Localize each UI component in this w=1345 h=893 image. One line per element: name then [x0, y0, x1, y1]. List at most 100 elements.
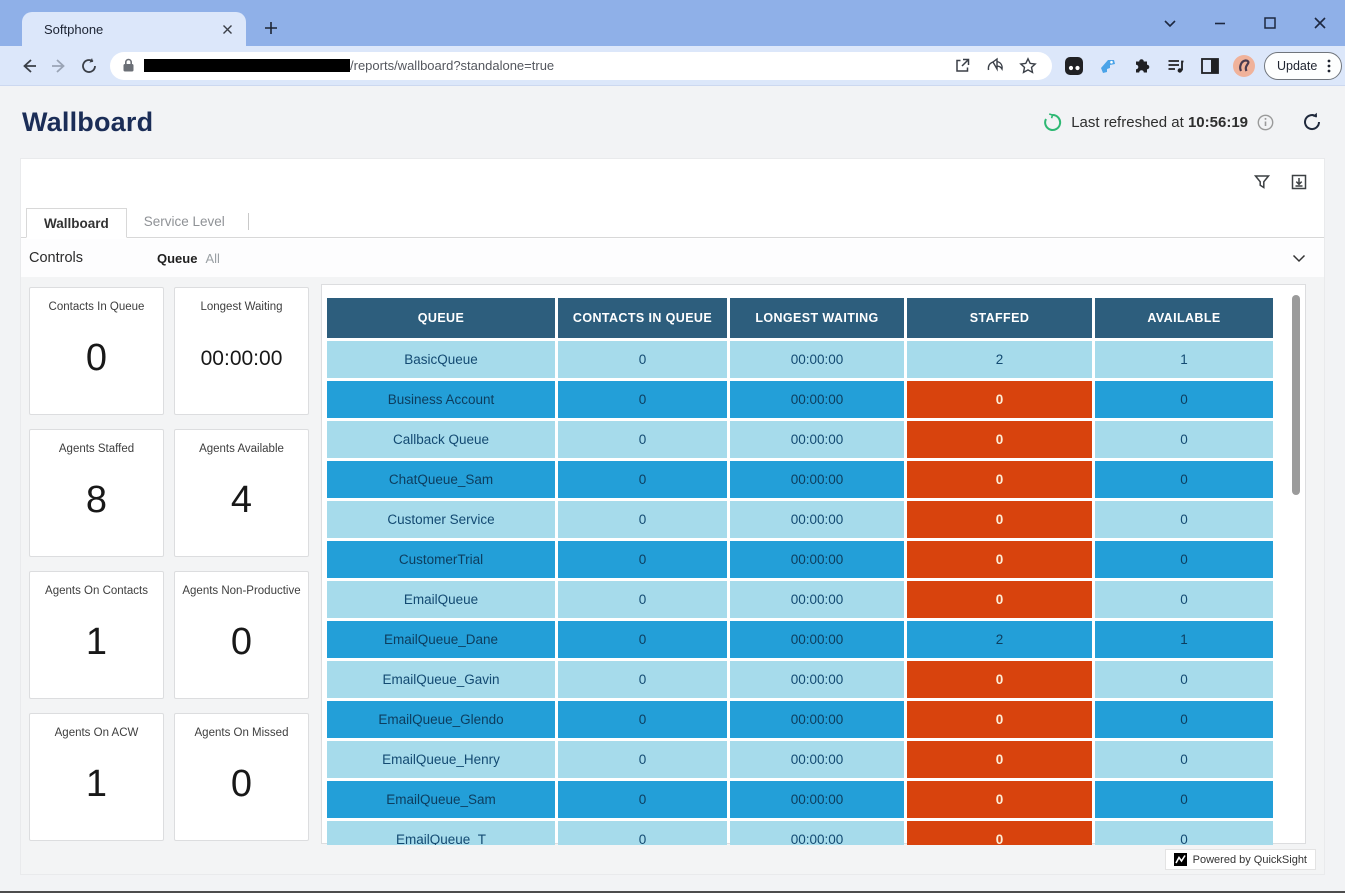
key-icon[interactable] — [1096, 54, 1120, 78]
cell-available[interactable]: 0 — [1095, 661, 1273, 698]
cell-staffed[interactable]: 0 — [907, 541, 1092, 578]
open-in-new-icon[interactable] — [950, 54, 974, 78]
cell-queue[interactable]: Business Account — [327, 381, 555, 418]
cell-longest-waiting[interactable]: 00:00:00 — [730, 581, 904, 618]
cell-longest-waiting[interactable]: 00:00:00 — [730, 541, 904, 578]
table-row[interactable]: ChatQueue_Sam000:00:0000 — [327, 461, 1273, 498]
table-row[interactable]: EmailQueue_Sam000:00:0000 — [327, 781, 1273, 818]
table-scrollbar-thumb[interactable] — [1292, 295, 1300, 495]
table-row[interactable]: Callback Queue000:00:0000 — [327, 421, 1273, 458]
table-row[interactable]: BasicQueue000:00:0021 — [327, 341, 1273, 378]
cell-staffed[interactable]: 0 — [907, 781, 1092, 818]
forward-icon[interactable] — [44, 51, 74, 81]
close-icon[interactable] — [218, 20, 236, 38]
export-icon[interactable] — [1289, 172, 1309, 192]
table-row[interactable]: EmailQueue_Gavin000:00:0000 — [327, 661, 1273, 698]
profile-avatar[interactable] — [1232, 54, 1256, 78]
minimize-icon[interactable] — [1207, 10, 1233, 36]
cell-contacts-in-queue[interactable]: 0 — [558, 461, 727, 498]
cell-contacts-in-queue[interactable]: 0 — [558, 701, 727, 738]
cell-longest-waiting[interactable]: 00:00:00 — [730, 701, 904, 738]
cell-staffed[interactable]: 0 — [907, 661, 1092, 698]
column-header[interactable]: STAFFED — [907, 298, 1092, 338]
cell-staffed[interactable]: 0 — [907, 701, 1092, 738]
filter-funnel-icon[interactable] — [1252, 172, 1272, 192]
side-panel-icon[interactable] — [1198, 54, 1222, 78]
cell-available[interactable]: 1 — [1095, 341, 1273, 378]
cell-queue[interactable]: EmailQueue_Glendo — [327, 701, 555, 738]
cell-longest-waiting[interactable]: 00:00:00 — [730, 501, 904, 538]
column-header[interactable]: CONTACTS IN QUEUE — [558, 298, 727, 338]
cell-available[interactable]: 0 — [1095, 781, 1273, 818]
cell-available[interactable]: 0 — [1095, 381, 1273, 418]
column-header[interactable]: QUEUE — [327, 298, 555, 338]
more-menu-icon[interactable] — [1322, 58, 1336, 74]
cell-contacts-in-queue[interactable]: 0 — [558, 621, 727, 658]
reload-icon[interactable] — [74, 51, 104, 81]
cell-longest-waiting[interactable]: 00:00:00 — [730, 741, 904, 778]
cell-queue[interactable]: EmailQueue_T — [327, 821, 555, 845]
cell-contacts-in-queue[interactable]: 0 — [558, 421, 727, 458]
cell-staffed[interactable]: 0 — [907, 581, 1092, 618]
queue-filter[interactable]: Queue All — [157, 251, 220, 266]
cell-staffed[interactable]: 0 — [907, 381, 1092, 418]
extension-dots-icon[interactable] — [1062, 54, 1086, 78]
cell-queue[interactable]: EmailQueue — [327, 581, 555, 618]
playlist-icon[interactable] — [1164, 54, 1188, 78]
column-header[interactable]: LONGEST WAITING — [730, 298, 904, 338]
table-row[interactable]: EmailQueue_T000:00:0000 — [327, 821, 1273, 845]
update-button[interactable]: Update — [1264, 52, 1342, 80]
cell-contacts-in-queue[interactable]: 0 — [558, 381, 727, 418]
new-tab-icon[interactable] — [258, 15, 284, 41]
table-row[interactable]: EmailQueue_Glendo000:00:0000 — [327, 701, 1273, 738]
cell-staffed[interactable]: 0 — [907, 461, 1092, 498]
back-icon[interactable] — [14, 51, 44, 81]
cell-queue[interactable]: EmailQueue_Henry — [327, 741, 555, 778]
column-header[interactable]: AVAILABLE — [1095, 298, 1273, 338]
cell-longest-waiting[interactable]: 00:00:00 — [730, 421, 904, 458]
info-icon[interactable] — [1257, 114, 1274, 131]
table-row[interactable]: EmailQueue000:00:0000 — [327, 581, 1273, 618]
refresh-icon[interactable] — [1299, 109, 1325, 135]
table-row[interactable]: EmailQueue_Dane000:00:0021 — [327, 621, 1273, 658]
puzzle-icon[interactable] — [1130, 54, 1154, 78]
cell-staffed[interactable]: 0 — [907, 421, 1092, 458]
cell-longest-waiting[interactable]: 00:00:00 — [730, 821, 904, 845]
browser-tab[interactable]: Softphone — [22, 12, 246, 46]
table-row[interactable]: Customer Service000:00:0000 — [327, 501, 1273, 538]
cell-contacts-in-queue[interactable]: 0 — [558, 501, 727, 538]
cell-available[interactable]: 1 — [1095, 621, 1273, 658]
url-bar[interactable]: /reports/wallboard?standalone=true — [110, 52, 1052, 80]
cell-contacts-in-queue[interactable]: 0 — [558, 821, 727, 845]
cell-available[interactable]: 0 — [1095, 501, 1273, 538]
tab-service-level[interactable]: Service Level — [127, 207, 242, 237]
cell-staffed[interactable]: 2 — [907, 621, 1092, 658]
cell-queue[interactable]: EmailQueue_Dane — [327, 621, 555, 658]
maximize-icon[interactable] — [1257, 10, 1283, 36]
cell-staffed[interactable]: 2 — [907, 341, 1092, 378]
cell-available[interactable]: 0 — [1095, 461, 1273, 498]
cell-longest-waiting[interactable]: 00:00:00 — [730, 381, 904, 418]
cell-contacts-in-queue[interactable]: 0 — [558, 541, 727, 578]
cell-queue[interactable]: ChatQueue_Sam — [327, 461, 555, 498]
cell-longest-waiting[interactable]: 00:00:00 — [730, 461, 904, 498]
cell-longest-waiting[interactable]: 00:00:00 — [730, 341, 904, 378]
cell-longest-waiting[interactable]: 00:00:00 — [730, 661, 904, 698]
cell-queue[interactable]: EmailQueue_Gavin — [327, 661, 555, 698]
cell-available[interactable]: 0 — [1095, 741, 1273, 778]
cell-longest-waiting[interactable]: 00:00:00 — [730, 621, 904, 658]
table-row[interactable]: Business Account000:00:0000 — [327, 381, 1273, 418]
cell-staffed[interactable]: 0 — [907, 501, 1092, 538]
cell-available[interactable]: 0 — [1095, 581, 1273, 618]
cell-queue[interactable]: BasicQueue — [327, 341, 555, 378]
cell-queue[interactable]: CustomerTrial — [327, 541, 555, 578]
cell-queue[interactable]: Callback Queue — [327, 421, 555, 458]
cell-available[interactable]: 0 — [1095, 821, 1273, 845]
cell-contacts-in-queue[interactable]: 0 — [558, 581, 727, 618]
bookmark-star-icon[interactable] — [1016, 54, 1040, 78]
cell-contacts-in-queue[interactable]: 0 — [558, 781, 727, 818]
cell-queue[interactable]: Customer Service — [327, 501, 555, 538]
table-row[interactable]: EmailQueue_Henry000:00:0000 — [327, 741, 1273, 778]
chevron-down-icon[interactable] — [1288, 247, 1310, 269]
window-chevron-icon[interactable] — [1157, 10, 1183, 36]
